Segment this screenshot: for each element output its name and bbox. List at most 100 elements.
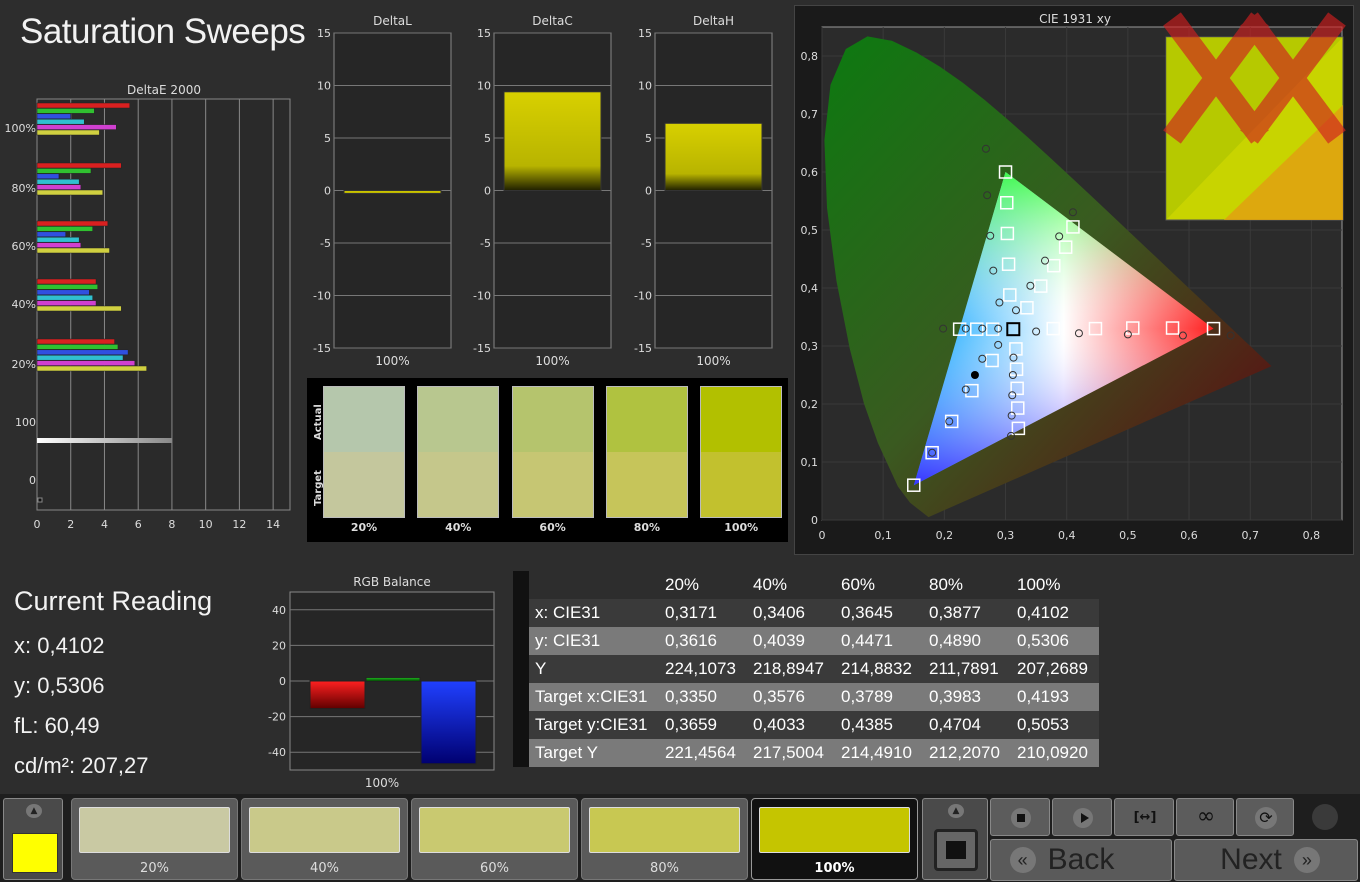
sweep-step-button[interactable]: 80%: [581, 798, 748, 880]
row-marker: [513, 599, 529, 627]
table-row: y: CIE31 0,3616 0,4039 0,4471 0,4890 0,5306: [513, 627, 1099, 655]
delta-ytick: 15: [477, 27, 491, 40]
delta-xlabel: 100%: [375, 354, 409, 368]
sweep-step-swatch: [249, 807, 400, 853]
table-cell: 0,5306: [1011, 627, 1099, 655]
sweep-step-button[interactable]: 60%: [411, 798, 578, 880]
row-marker: [513, 739, 529, 767]
chevron-up-icon[interactable]: ▲: [26, 804, 42, 818]
cie-ytick: 0,2: [801, 398, 819, 411]
deltae-xtick: 14: [266, 518, 280, 531]
row-header: y: CIE31: [529, 627, 659, 655]
table-cell: 60%: [835, 571, 923, 599]
deltae-bar: [36, 289, 90, 296]
delta-panel-chart: 15 10 5 0 -5 -10 -15 100%: [473, 27, 612, 368]
current-color-swatch: [12, 833, 58, 873]
back-button[interactable]: « Back: [990, 839, 1172, 881]
deltae-bar: [36, 220, 109, 227]
deltae-ylabel: 100%: [5, 122, 36, 135]
deltae-xtick: 2: [67, 518, 74, 531]
delta-ytick: 15: [317, 27, 331, 40]
table-cell: 0,3616: [659, 627, 747, 655]
table-cell: 207,2689: [1011, 655, 1099, 683]
next-button[interactable]: Next »: [1174, 839, 1358, 881]
rgb-ytick: 0: [279, 675, 286, 688]
delta-ytick: -10: [634, 290, 652, 303]
rgb-balance-chart: 40 20 0 -20 -40 100%: [268, 591, 495, 790]
sweep-step-label: 100%: [814, 861, 855, 876]
row-marker: [513, 711, 529, 739]
delta-panel-chart: 15 10 5 0 -5 -10 -15 100%: [634, 27, 773, 368]
deltae-ylabel: 20%: [12, 358, 36, 371]
compare-label: 100%: [724, 521, 759, 534]
rgb-bar-g: [365, 676, 421, 682]
rgb-bar-r: [309, 680, 366, 710]
sweep-step-button[interactable]: 100%: [751, 798, 918, 880]
sweep-step-swatch: [79, 807, 230, 853]
delta-ytick: -5: [641, 237, 652, 250]
cie-chart: 0 0,1 0,2 0,3 0,4 0,5 0,6 0,7 0,8 0 0,1 0,2 0,3 0,4 0,…: [801, 12, 1346, 542]
delta-ytick: 10: [638, 80, 652, 93]
table-cell: 0,3983: [923, 683, 1011, 711]
deltae-bar: [36, 118, 85, 125]
cie-xtick: 0,2: [936, 529, 954, 542]
sweep-step-button[interactable]: 40%: [241, 798, 408, 880]
refresh-icon: ⟳: [1255, 807, 1277, 829]
compare-label: 20%: [350, 521, 378, 534]
delta-ytick: -10: [313, 290, 331, 303]
deltae-bar: [36, 365, 147, 372]
sweep-step-label: 80%: [650, 861, 679, 876]
deltae-bar: [36, 338, 115, 345]
current-color-button[interactable]: ▲: [3, 798, 63, 880]
play-button[interactable]: [1052, 798, 1112, 836]
table-cell: 0,4033: [747, 711, 835, 739]
cie-ytick: 0,7: [801, 108, 819, 121]
row-marker: [513, 683, 529, 711]
actual-color: [418, 387, 499, 452]
cie-xtick: 0,4: [1058, 529, 1076, 542]
page-title: Saturation Sweeps: [20, 12, 306, 51]
loop-button[interactable]: ∞: [1176, 798, 1234, 836]
cie-ytick: 0,1: [801, 456, 819, 469]
stop-button[interactable]: [990, 798, 1050, 836]
delta-ytick: 5: [484, 132, 491, 145]
compare-swatch: [605, 386, 688, 518]
deltae-bar: [36, 242, 82, 248]
stop-pattern-icon[interactable]: [934, 829, 978, 871]
deltae-bar: [36, 108, 95, 114]
rgb-ytick: 20: [272, 639, 286, 652]
row-marker: [513, 627, 529, 655]
compare-label: 40%: [445, 521, 472, 534]
delta-ytick: 0: [645, 185, 652, 198]
rgb-xlabel: 100%: [365, 776, 399, 790]
deltae-gray-bar: [37, 438, 172, 443]
rgb-ytick: -20: [268, 711, 286, 724]
range-button[interactable]: [↔]: [1114, 798, 1174, 836]
table-cell: 0,3171: [659, 599, 747, 627]
deltae-chart: 0 2 4 6 8 10 12 14 100% 80% 60% 40% 20% 100 0: [5, 98, 291, 531]
row-header: [529, 571, 659, 599]
deltae-zero-marker: [37, 497, 43, 503]
deltae-bar: [36, 168, 92, 174]
deltae-bar: [36, 129, 100, 136]
table-cell: 0,3659: [659, 711, 747, 739]
actual-color: [324, 387, 404, 452]
refresh-button[interactable]: ⟳: [1236, 798, 1294, 836]
cie-current-point: [970, 371, 979, 379]
deltae-bar: [36, 278, 97, 285]
delta-ytick: -10: [473, 290, 491, 303]
pattern-control[interactable]: ▲: [922, 798, 988, 880]
delta-ytick: -15: [634, 342, 652, 355]
delta-panel-chart: 15 10 5 0 -5 -10 -15 100%: [313, 27, 452, 368]
delta-ytick: 0: [324, 185, 331, 198]
target-color: [701, 452, 782, 517]
deltae-bar: [36, 294, 93, 301]
deltae-ylabel: 60%: [12, 240, 36, 253]
table-row: 20% 40% 60% 80% 100%: [513, 571, 1099, 599]
chevron-up-icon[interactable]: ▲: [948, 804, 964, 818]
deltae-xtick: 6: [135, 518, 142, 531]
table-cell: 0,3350: [659, 683, 747, 711]
delta-ytick: -15: [313, 342, 331, 355]
sweep-step-button[interactable]: 20%: [71, 798, 238, 880]
row-header: Y: [529, 655, 659, 683]
